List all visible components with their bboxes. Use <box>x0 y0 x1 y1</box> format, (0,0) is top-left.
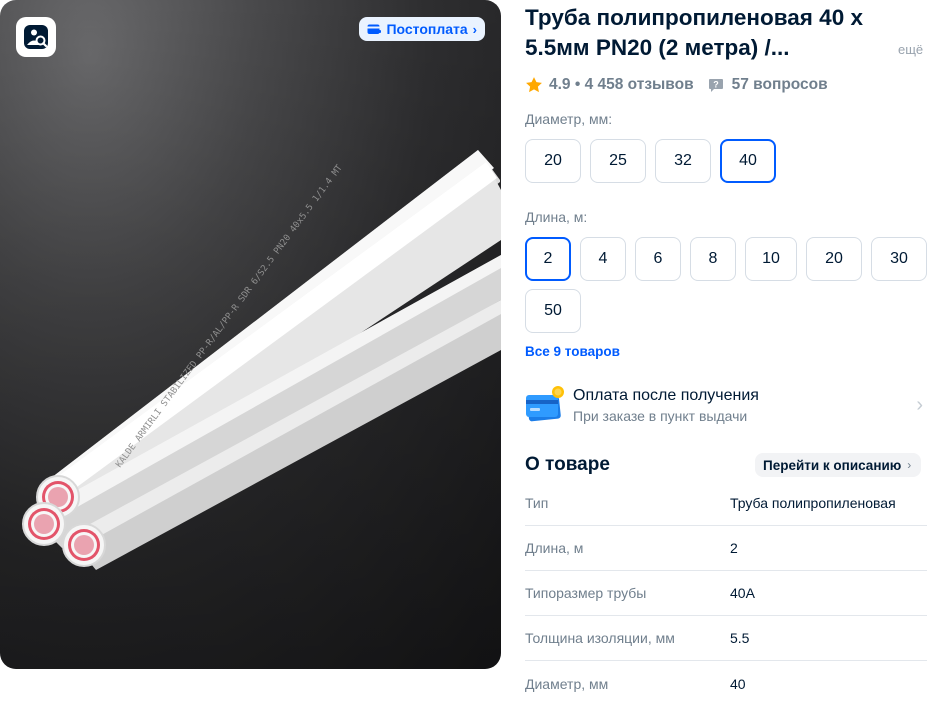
spec-key: Диаметр, мм <box>525 675 609 692</box>
spec-value: 40 <box>730 675 746 692</box>
spec-key: Длина, м <box>525 540 584 556</box>
product-image[interactable]: KALDE ARMIRLI STABILIZED PP-R/AL/PP-R SD… <box>0 0 501 669</box>
spec-row: Диаметр, мм 40 <box>525 661 927 706</box>
star-icon <box>526 77 542 93</box>
questions-icon: ? <box>708 79 723 92</box>
postpay-badge-label: Постоплата <box>386 21 468 37</box>
spec-key: Толщина изоляции, мм <box>525 630 675 646</box>
diameter-option-40-selected[interactable]: 40 <box>720 139 776 183</box>
spec-value: Труба полипропиленовая <box>730 495 896 511</box>
chevron-right-icon: › <box>916 394 923 416</box>
postpay-badge[interactable]: Постоплата › <box>359 17 485 41</box>
chevron-right-icon: › <box>472 21 477 37</box>
svg-text:?: ? <box>713 80 719 90</box>
specs-table: Тип Труба полипропиленовая Длина, м 2 Ти… <box>525 481 927 706</box>
spec-key: Тип <box>525 495 549 511</box>
length-option-4[interactable]: 4 <box>580 237 626 281</box>
length-option-50[interactable]: 50 <box>525 289 581 333</box>
diameter-options: 20 25 32 40 <box>525 139 776 183</box>
spec-key: Типоразмер трубы <box>525 585 647 601</box>
goto-description-label: Перейти к описанию <box>763 457 902 473</box>
spec-value: 40А <box>730 585 755 601</box>
diameter-option-32[interactable]: 32 <box>655 139 711 183</box>
length-option-2-selected[interactable]: 2 <box>525 237 571 281</box>
length-option-8[interactable]: 8 <box>690 237 736 281</box>
wallet-icon <box>367 24 382 34</box>
diameter-option-20[interactable]: 20 <box>525 139 581 183</box>
goto-description-button[interactable]: Перейти к описанию › <box>755 453 922 477</box>
diameter-label: Диаметр, мм: <box>525 111 613 127</box>
rating-row[interactable]: 4.9 • 4 458 отзывов ? 57 вопросов <box>525 75 828 95</box>
length-label: Длина, м: <box>525 209 588 225</box>
length-option-10[interactable]: 10 <box>745 237 797 281</box>
spec-row: Типоразмер трубы 40А <box>525 571 927 616</box>
credit-card-icon <box>526 386 564 422</box>
length-option-6[interactable]: 6 <box>635 237 681 281</box>
spec-value: 2 <box>730 540 738 556</box>
chevron-right-icon: › <box>907 458 912 472</box>
length-option-30[interactable]: 30 <box>871 237 927 281</box>
spec-row: Толщина изоляции, мм 5.5 <box>525 616 927 661</box>
postpay-subtitle: При заказе в пункт выдачи <box>573 407 748 424</box>
pipes-photo: KALDE ARMIRLI STABILIZED PP-R/AL/PP-R SD… <box>0 0 501 669</box>
all-products-link[interactable]: Все 9 товаров <box>525 344 620 359</box>
spec-value: 5.5 <box>730 630 750 646</box>
rating-text[interactable]: 4.9 • 4 458 отзывов <box>549 76 694 94</box>
title-more-link[interactable]: ещё <box>898 42 923 57</box>
image-search-button[interactable] <box>16 17 56 57</box>
product-title: Труба полипропиленовая 40 х 5.5мм PN20 (… <box>525 5 863 60</box>
postpay-info-row[interactable]: Оплата после получения При заказе в пунк… <box>525 383 927 427</box>
spec-row: Длина, м 2 <box>525 526 927 571</box>
length-option-20[interactable]: 20 <box>806 237 862 281</box>
questions-link[interactable]: 57 вопросов <box>732 76 828 94</box>
about-title: О товаре <box>525 454 610 475</box>
image-search-icon <box>24 25 48 49</box>
postpay-title: Оплата после получения <box>573 386 759 404</box>
diameter-option-25[interactable]: 25 <box>590 139 646 183</box>
length-options: 2 4 6 8 10 20 30 50 <box>525 237 927 333</box>
spec-row: Тип Труба полипропиленовая <box>525 481 927 526</box>
